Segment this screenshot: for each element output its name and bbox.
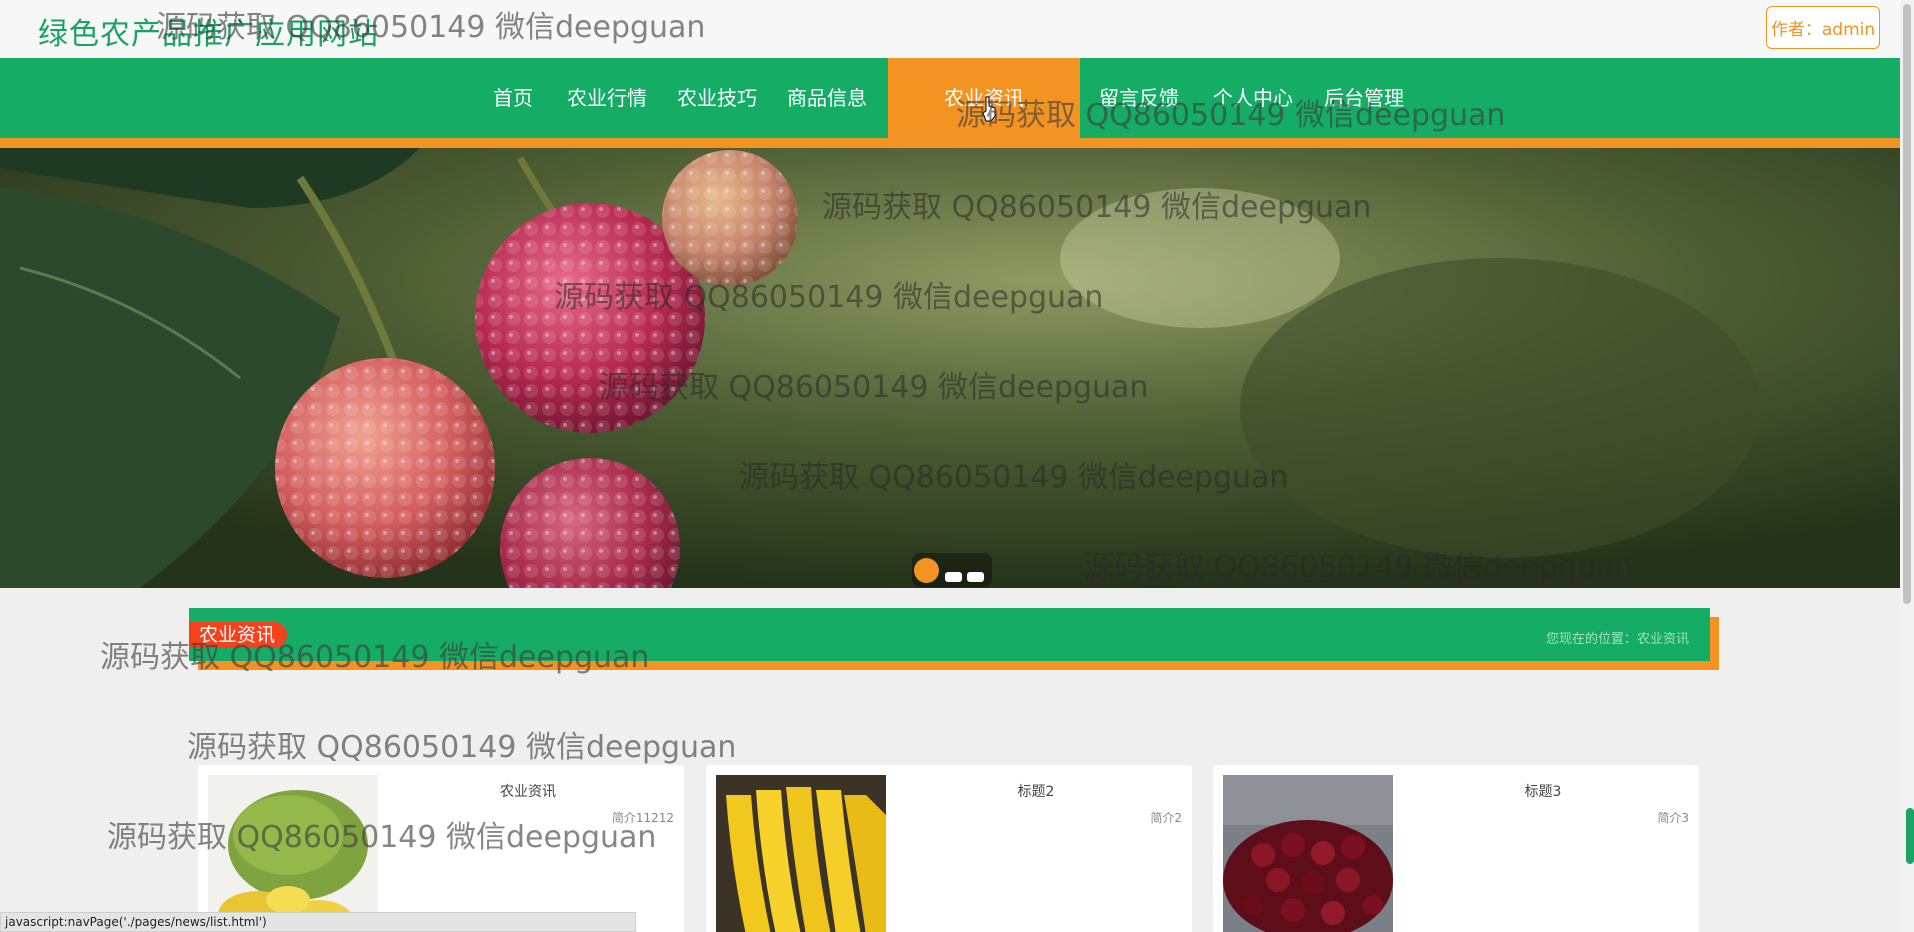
breadcrumb: 您现在的位置：农业资讯 bbox=[1546, 632, 1690, 647]
site-title[interactable]: 绿色农产品推广应用网站 bbox=[38, 9, 379, 53]
mouse-cursor-icon bbox=[982, 96, 996, 122]
carousel-dot-3[interactable] bbox=[967, 572, 984, 582]
scrollbar-thumb[interactable] bbox=[1903, 4, 1911, 604]
nav-item-home[interactable]: 首页 bbox=[493, 58, 533, 138]
card-title[interactable]: 标题3 bbox=[1403, 781, 1683, 801]
card-title[interactable]: 标题2 bbox=[896, 781, 1176, 801]
section-bar bbox=[189, 608, 1710, 661]
banner-image bbox=[0, 148, 1900, 588]
card-image-jackfruit[interactable] bbox=[208, 775, 378, 932]
nav-item-products[interactable]: 商品信息 bbox=[787, 58, 867, 138]
nav-item-profile[interactable]: 个人中心 bbox=[1213, 58, 1293, 138]
card-image-cherries[interactable] bbox=[1223, 775, 1393, 932]
watermark: 源码获取 QQ86050149 微信deepguan bbox=[187, 730, 737, 765]
card-title[interactable]: 农业资讯 bbox=[388, 781, 668, 801]
card-brief: 简介3 bbox=[1657, 811, 1689, 825]
card-image-bananas[interactable] bbox=[716, 775, 886, 932]
carousel-dot-2[interactable] bbox=[945, 572, 962, 582]
nav-item-admin[interactable]: 后台管理 bbox=[1324, 58, 1404, 138]
top-header: 绿色农产品推广应用网站 作者：admin bbox=[0, 0, 1900, 58]
news-card-2[interactable]: 标题2 简介2 bbox=[706, 765, 1192, 932]
browser-status-bar: javascript:navPage('./pages/news/list.ht… bbox=[0, 912, 636, 932]
main-nav: 首页 农业行情 农业技巧 商品信息 农业资讯 留言反馈 个人中心 后台管理 bbox=[0, 58, 1900, 138]
news-card-3[interactable]: 标题3 简介3 bbox=[1213, 765, 1699, 932]
nav-item-market[interactable]: 农业行情 bbox=[567, 58, 647, 138]
news-card-1[interactable]: 农业资讯 简介11212 bbox=[198, 765, 684, 932]
card-brief: 简介11212 bbox=[611, 811, 674, 825]
author-button[interactable]: 作者：admin bbox=[1766, 6, 1880, 49]
nav-item-feedback[interactable]: 留言反馈 bbox=[1099, 58, 1179, 138]
banner-carousel[interactable] bbox=[0, 148, 1900, 588]
card-brief: 简介2 bbox=[1150, 811, 1182, 825]
carousel-dot-1[interactable] bbox=[914, 558, 939, 583]
nav-accent-stripe bbox=[0, 138, 1900, 148]
nav-item-tips[interactable]: 农业技巧 bbox=[677, 58, 757, 138]
back-to-top-tab[interactable] bbox=[1906, 808, 1914, 864]
section-badge: 农业资讯 bbox=[189, 622, 288, 648]
